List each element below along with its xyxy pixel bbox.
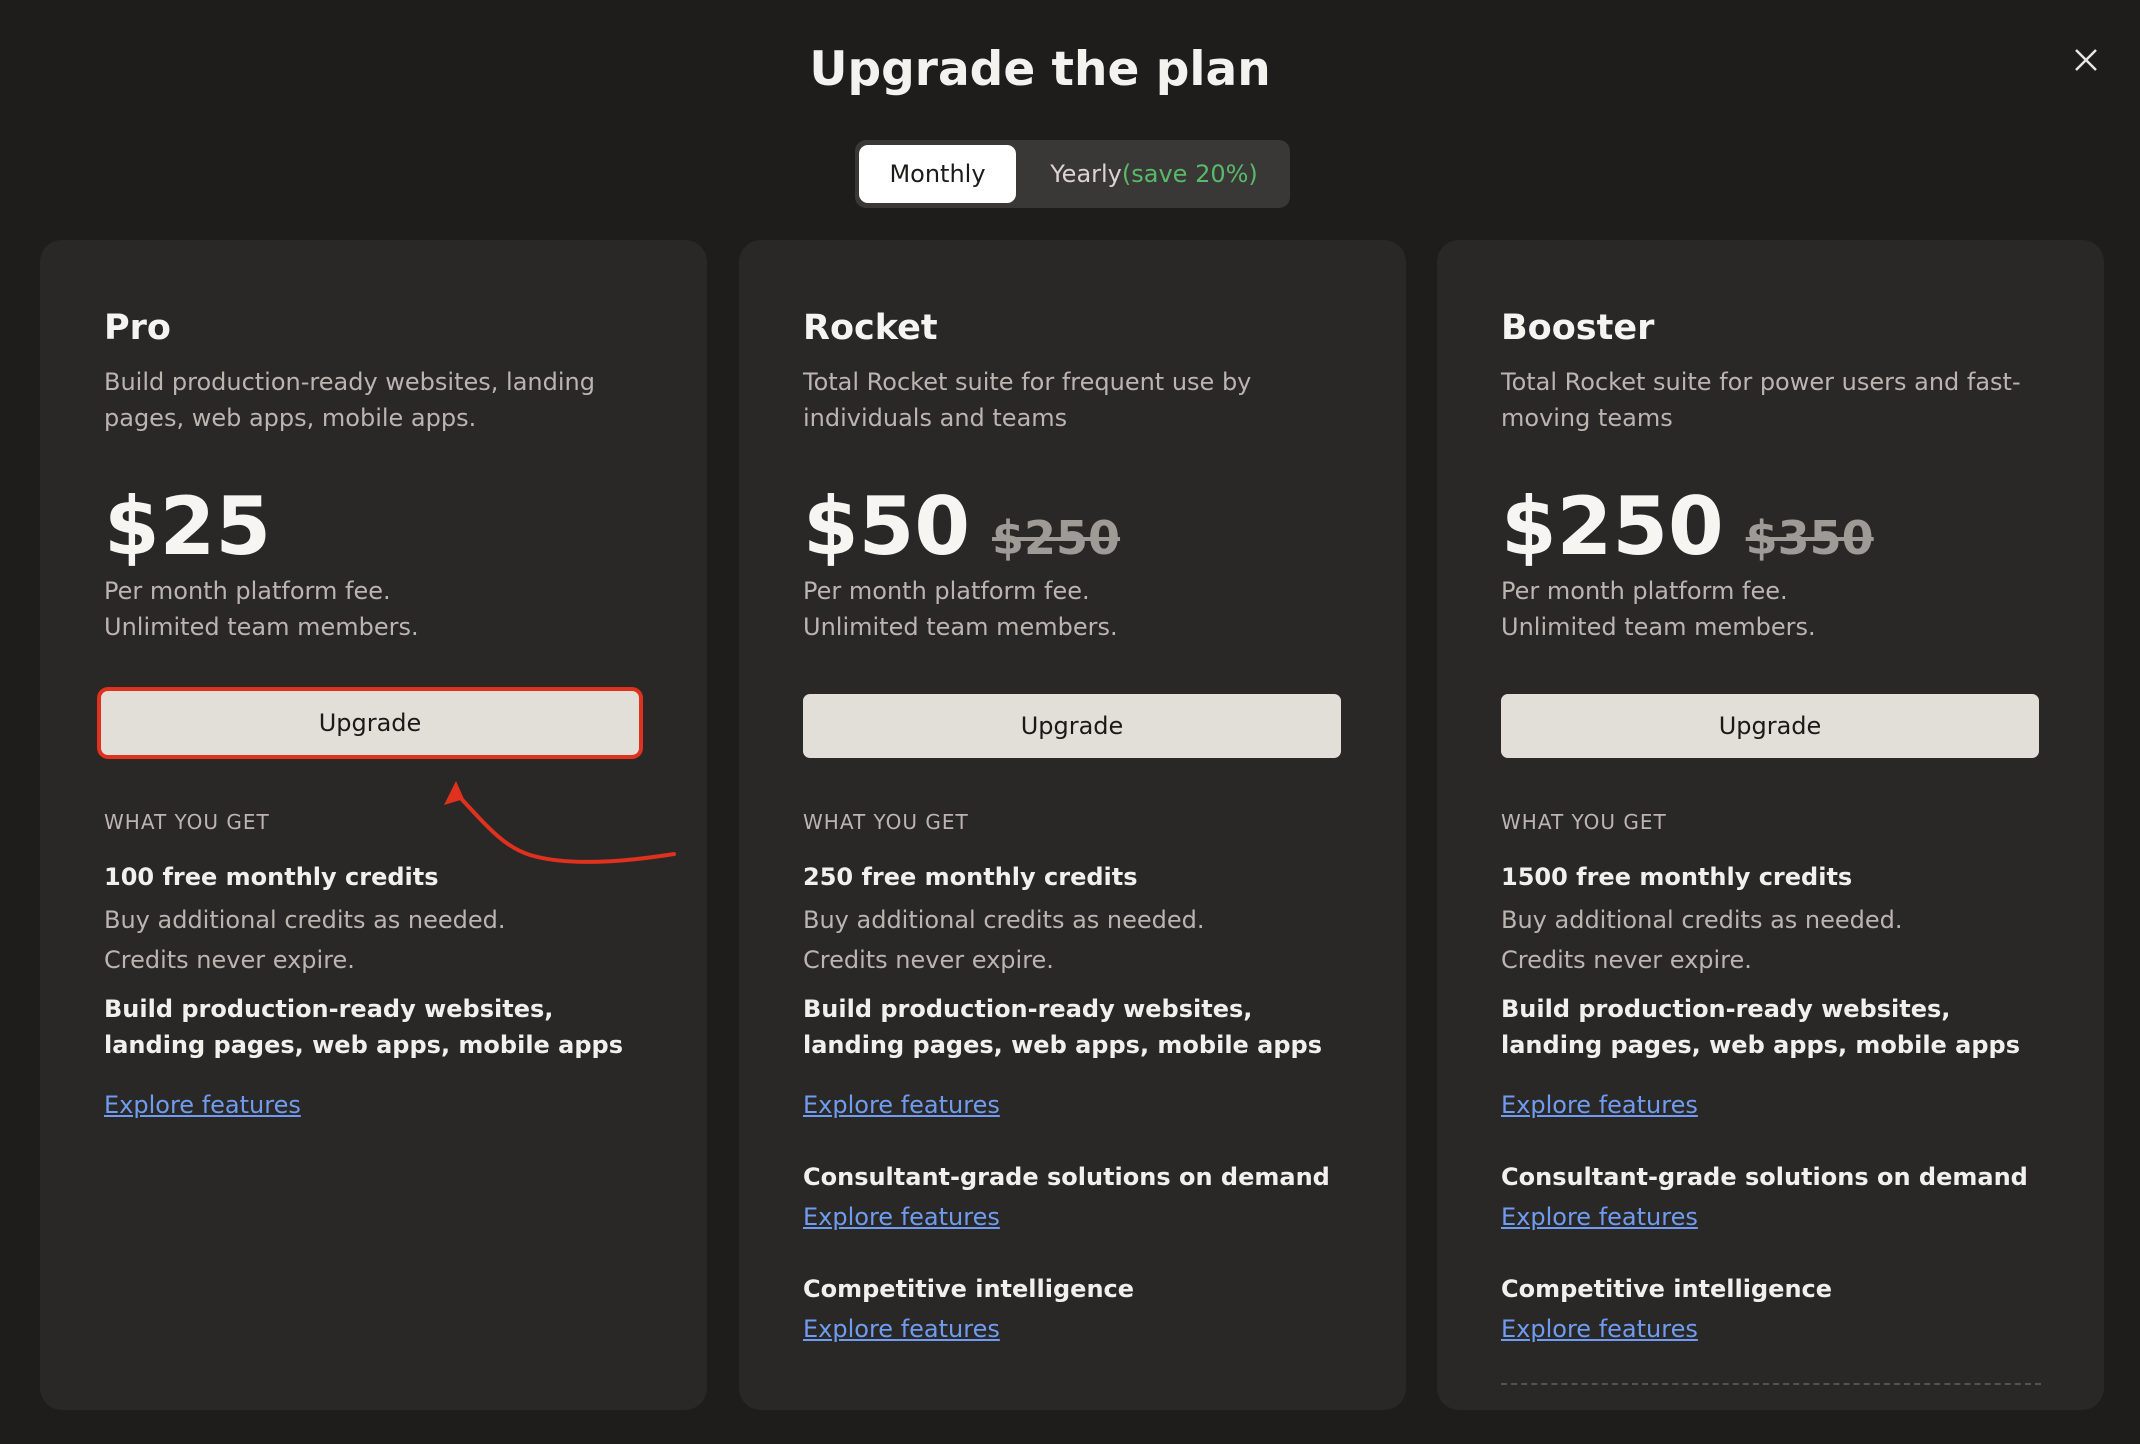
credits-title: 250 free monthly credits bbox=[803, 863, 1138, 891]
upgrade-button-pro[interactable]: Upgrade bbox=[101, 691, 639, 755]
fee-text: Per month platform fee. Unlimited team m… bbox=[104, 573, 419, 645]
plan-name: Booster bbox=[1501, 308, 1655, 348]
feature-title: Build production-ready websites, landing… bbox=[803, 995, 1323, 1059]
plan-old-price: $350 bbox=[1745, 511, 1874, 565]
plan-description: Total Rocket suite for power users and f… bbox=[1501, 368, 2021, 432]
annotation-arrow-icon bbox=[444, 781, 676, 864]
yearly-label: Yearly bbox=[1050, 160, 1122, 188]
explore-features-link[interactable]: Explore features bbox=[104, 1091, 301, 1119]
credits-note-line-2: Credits never expire. bbox=[803, 946, 1054, 974]
fee-line-1: Per month platform fee. bbox=[1501, 577, 1788, 605]
credits-title: 100 free monthly credits bbox=[104, 863, 439, 891]
upgrade-plan-modal: Upgrade the plan Monthly Yearly(save 20%… bbox=[0, 0, 2140, 1444]
upgrade-button-rocket[interactable]: Upgrade bbox=[803, 694, 1341, 758]
plan-name: Pro bbox=[104, 308, 171, 348]
feature-title: Build production-ready websites, landing… bbox=[1501, 995, 2021, 1059]
feature-title: Consultant-grade solutions on demand bbox=[803, 1163, 1330, 1191]
credits-note-line-2: Credits never expire. bbox=[104, 946, 355, 974]
what-you-get-heading: WHAT YOU GET bbox=[1501, 810, 1667, 834]
yearly-save-badge: (save 20%) bbox=[1121, 160, 1258, 188]
plan-name: Rocket bbox=[803, 308, 938, 348]
fee-line-2: Unlimited team members. bbox=[803, 613, 1118, 641]
yearly-option[interactable]: Yearly(save 20%) bbox=[1023, 145, 1285, 203]
plan-price: $50 bbox=[803, 480, 970, 573]
price-row: $50 $250 bbox=[803, 480, 1120, 573]
what-you-get-heading: WHAT YOU GET bbox=[104, 810, 270, 834]
monthly-option[interactable]: Monthly bbox=[859, 145, 1016, 203]
fee-line-2: Unlimited team members. bbox=[104, 613, 419, 641]
fee-text: Per month platform fee. Unlimited team m… bbox=[1501, 573, 1816, 645]
plan-description: Total Rocket suite for frequent use by i… bbox=[803, 368, 1252, 432]
explore-features-link[interactable]: Explore features bbox=[1501, 1091, 1698, 1119]
plan-description: Build production-ready websites, landing… bbox=[104, 368, 595, 432]
explore-features-link[interactable]: Explore features bbox=[803, 1091, 1000, 1119]
plan-old-price: $250 bbox=[992, 511, 1121, 565]
credits-note: Buy additional credits as needed. Credit… bbox=[1501, 900, 2041, 980]
plan-price: $250 bbox=[1501, 480, 1724, 573]
credits-title: 1500 free monthly credits bbox=[1501, 863, 1853, 891]
feature-title: Competitive intelligence bbox=[803, 1275, 1135, 1303]
credits-note-line-1: Buy additional credits as needed. bbox=[104, 906, 506, 934]
plan-card-booster: Booster Total Rocket suite for power use… bbox=[1437, 240, 2104, 1410]
upgrade-button-booster[interactable]: Upgrade bbox=[1501, 694, 2039, 758]
fee-line-2: Unlimited team members. bbox=[1501, 613, 1816, 641]
page-title: Upgrade the plan bbox=[809, 42, 1271, 97]
explore-features-link[interactable]: Explore features bbox=[803, 1315, 1000, 1343]
fee-text: Per month platform fee. Unlimited team m… bbox=[803, 573, 1118, 645]
explore-features-link[interactable]: Explore features bbox=[803, 1203, 1000, 1231]
explore-features-link[interactable]: Explore features bbox=[1501, 1315, 1698, 1343]
plan-price: $25 bbox=[104, 480, 271, 573]
what-you-get-heading: WHAT YOU GET bbox=[803, 810, 969, 834]
feature-title: Competitive intelligence bbox=[1501, 1275, 1833, 1303]
explore-features-link[interactable]: Explore features bbox=[1501, 1203, 1698, 1231]
credits-note-line-2: Credits never expire. bbox=[1501, 946, 1752, 974]
fee-line-1: Per month platform fee. bbox=[803, 577, 1090, 605]
plan-card-rocket: Rocket Total Rocket suite for frequent u… bbox=[739, 240, 1406, 1410]
price-row: $25 bbox=[104, 480, 271, 573]
divider bbox=[1501, 1383, 2041, 1385]
credits-note: Buy additional credits as needed. Credit… bbox=[803, 900, 1343, 980]
close-button[interactable] bbox=[2066, 40, 2106, 80]
feature-title: Build production-ready websites, landing… bbox=[104, 995, 624, 1059]
fee-line-1: Per month platform fee. bbox=[104, 577, 391, 605]
feature-title: Consultant-grade solutions on demand bbox=[1501, 1163, 2028, 1191]
price-row: $250 $350 bbox=[1501, 480, 1874, 573]
close-icon bbox=[2075, 49, 2097, 71]
credits-note-line-1: Buy additional credits as needed. bbox=[803, 906, 1205, 934]
billing-toggle: Monthly Yearly(save 20%) bbox=[855, 140, 1290, 208]
credits-note-line-1: Buy additional credits as needed. bbox=[1501, 906, 1903, 934]
credits-note: Buy additional credits as needed. Credit… bbox=[104, 900, 644, 980]
